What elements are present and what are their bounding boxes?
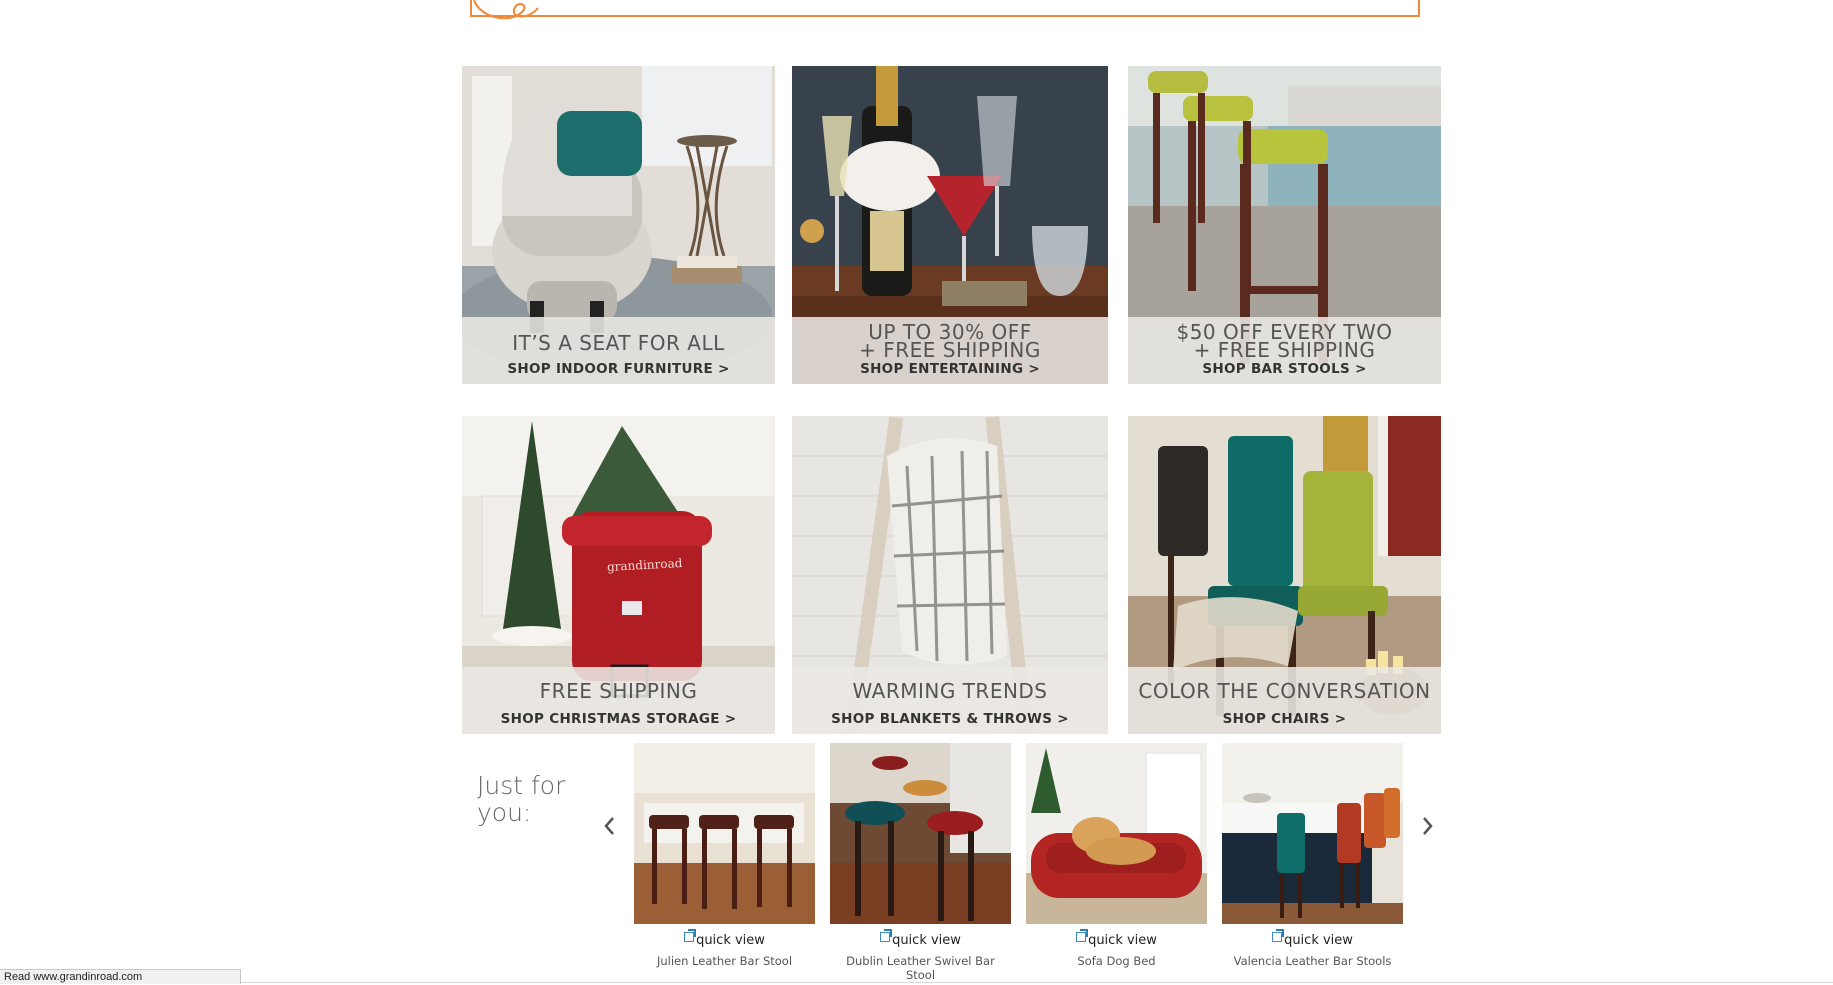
browser-status-bar: Read www.grandinroad.com <box>0 969 241 984</box>
promo-tile-christmas-storage[interactable]: grandinroad FREE SHIPPING SHOP CHRISTMAS… <box>462 416 775 734</box>
shop-chairs-link[interactable]: SHOP CHAIRS > <box>1128 711 1441 727</box>
shop-bar-stools-link[interactable]: SHOP BAR STOOLS > <box>1128 361 1441 377</box>
product-card[interactable]: quick view Sofa Dog Bed <box>1026 743 1207 968</box>
promo-tile-chairs[interactable]: COLOR THE CONVERSATION SHOP CHAIRS > <box>1128 416 1441 734</box>
quick-view-label: quick view <box>1284 933 1353 948</box>
bottom-divider <box>241 982 1833 983</box>
promo-caption: COLOR THE CONVERSATION SHOP CHAIRS > <box>1128 667 1441 734</box>
quick-view-button[interactable]: quick view <box>1026 929 1207 948</box>
quick-view-label: quick view <box>696 933 765 948</box>
banner-frame <box>470 0 1420 17</box>
promo-tile-bar-stools[interactable]: $50 OFF EVERY TWO + FREE SHIPPING SHOP B… <box>1128 66 1441 384</box>
product-image-sofa-dog-bed[interactable] <box>1026 743 1207 924</box>
promo-tile-entertaining[interactable]: UP TO 30% OFF + FREE SHIPPING SHOP ENTER… <box>792 66 1108 384</box>
product-name-link[interactable]: Valencia Leather Bar Stools <box>1222 954 1403 968</box>
shop-christmas-storage-link[interactable]: SHOP CHRISTMAS STORAGE > <box>462 711 775 727</box>
carousel-next-arrow-icon[interactable] <box>1416 812 1438 840</box>
promo-caption: FREE SHIPPING SHOP CHRISTMAS STORAGE > <box>462 667 775 734</box>
promo-tile-indoor-furniture[interactable]: IT’S A SEAT FOR ALL SHOP INDOOR FURNITUR… <box>462 66 775 384</box>
carousel-prev-arrow-icon[interactable] <box>599 812 621 840</box>
quick-view-label: quick view <box>1088 933 1157 948</box>
promo-headline: IT’S A SEAT FOR ALL <box>512 331 725 355</box>
quick-view-icon <box>684 929 697 942</box>
product-image-julien-bar-stool[interactable] <box>634 743 815 924</box>
promo-headline: $50 OFF EVERY TWO + FREE SHIPPING <box>1176 320 1393 362</box>
product-image-valencia-bar-stools[interactable] <box>1222 743 1403 924</box>
shop-entertaining-link[interactable]: SHOP ENTERTAINING > <box>792 361 1108 377</box>
quick-view-button[interactable]: quick view <box>1222 929 1403 948</box>
product-name-link[interactable]: Dublin Leather Swivel Bar Stool <box>830 954 1011 982</box>
promo-tile-blankets-throws[interactable]: WARMING TRENDS SHOP BLANKETS & THROWS > <box>792 416 1108 734</box>
quick-view-icon <box>1272 929 1285 942</box>
promo-headline: UP TO 30% OFF + FREE SHIPPING <box>859 320 1041 362</box>
product-card[interactable]: quick view Dublin Leather Swivel Bar Sto… <box>830 743 1011 982</box>
promo-caption: $50 OFF EVERY TWO + FREE SHIPPING SHOP B… <box>1128 317 1441 384</box>
promo-caption: IT’S A SEAT FOR ALL SHOP INDOOR FURNITUR… <box>462 317 775 384</box>
swirl-ornament-icon <box>473 0 539 20</box>
quick-view-icon <box>1076 929 1089 942</box>
promo-caption: UP TO 30% OFF + FREE SHIPPING SHOP ENTER… <box>792 317 1108 384</box>
shop-indoor-furniture-link[interactable]: SHOP INDOOR FURNITURE > <box>462 361 775 377</box>
product-name-link[interactable]: Sofa Dog Bed <box>1026 954 1207 968</box>
just-for-you-title: Just for you: <box>477 771 566 827</box>
promo-caption: WARMING TRENDS SHOP BLANKETS & THROWS > <box>792 667 1108 734</box>
promo-headline: WARMING TRENDS <box>852 679 1048 703</box>
product-card[interactable]: quick view Julien Leather Bar Stool <box>634 743 815 968</box>
quick-view-button[interactable]: quick view <box>830 929 1011 948</box>
shop-blankets-throws-link[interactable]: SHOP BLANKETS & THROWS > <box>792 711 1108 727</box>
promo-headline: FREE SHIPPING <box>539 679 698 703</box>
quick-view-button[interactable]: quick view <box>634 929 815 948</box>
product-card[interactable]: quick view Valencia Leather Bar Stools <box>1222 743 1403 968</box>
product-image-dublin-swivel-bar-stool[interactable] <box>830 743 1011 924</box>
quick-view-label: quick view <box>892 933 961 948</box>
product-name-link[interactable]: Julien Leather Bar Stool <box>634 954 815 968</box>
promo-headline: COLOR THE CONVERSATION <box>1138 679 1431 703</box>
quick-view-icon <box>880 929 893 942</box>
